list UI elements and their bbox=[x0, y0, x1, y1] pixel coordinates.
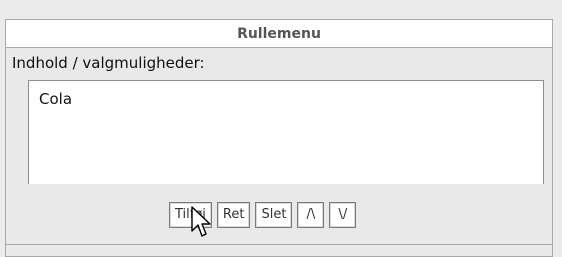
dropdown-settings-panel: Rullemenu Indhold / valgmuligheder: Cola… bbox=[5, 19, 553, 257]
options-list[interactable]: Cola bbox=[28, 80, 544, 184]
move-up-button[interactable]: /\ bbox=[297, 202, 325, 228]
options-label: Indhold / valgmuligheder: bbox=[12, 54, 205, 72]
divider bbox=[6, 244, 552, 245]
panel-title: Rullemenu bbox=[6, 20, 552, 48]
move-down-button[interactable]: \/ bbox=[329, 202, 357, 228]
edit-button[interactable]: Ret bbox=[216, 202, 251, 228]
delete-button[interactable]: Slet bbox=[255, 202, 293, 228]
mouse-pointer-icon bbox=[191, 206, 211, 237]
list-item[interactable]: Cola bbox=[39, 90, 72, 108]
